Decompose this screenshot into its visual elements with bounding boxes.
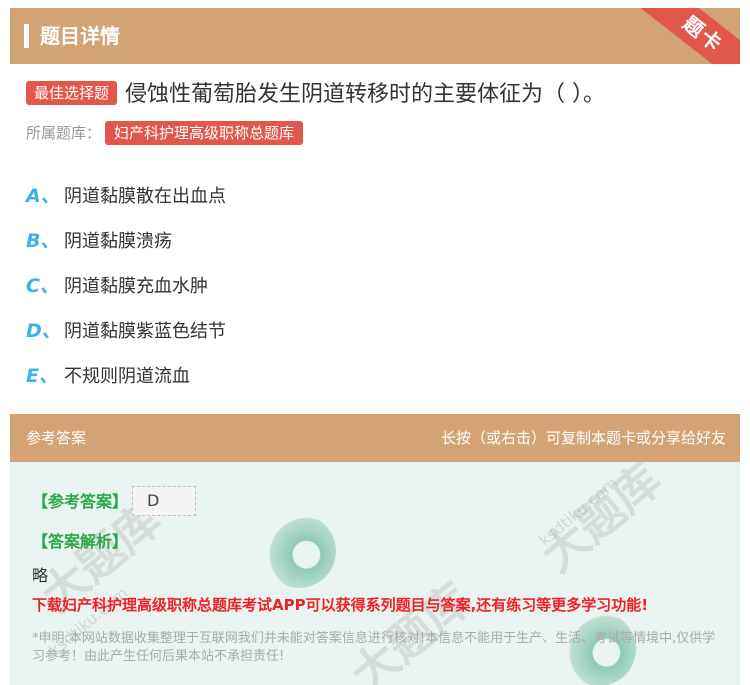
bank-label: 所属题库： [26, 124, 102, 142]
card-ribbon: 题卡 [640, 8, 740, 64]
option-text: 阴道黏膜散在出血点 [64, 185, 226, 207]
option-text: 阴道黏膜溃疡 [64, 230, 172, 252]
question-bank-line: 所属题库： 妇产科护理高级职称总题库 [26, 121, 304, 145]
option-text: 不规则阴道流血 [64, 365, 190, 387]
option-letter: B、 [26, 230, 60, 252]
options-list: A、 阴道黏膜散在出血点 B、 阴道黏膜溃疡 C、 阴道黏膜充血水肿 D、 阴道… [26, 172, 226, 397]
header-bar-mark [24, 24, 29, 48]
analysis-text: 略 [32, 566, 49, 585]
option-e[interactable]: E、 不规则阴道流血 [26, 352, 226, 397]
option-c[interactable]: C、 阴道黏膜充血水肿 [26, 262, 226, 307]
answer-section-title: 参考答案 [26, 429, 87, 447]
bank-name-tag[interactable]: 妇产科护理高级职称总题库 [105, 121, 304, 145]
option-letter: D、 [26, 320, 61, 342]
option-letter: C、 [26, 275, 59, 297]
answer-section-header: 参考答案 长按（或右击）可复制本题卡或分享给好友 [10, 414, 740, 462]
question-detail-header: 题目详情 题卡 [10, 8, 740, 64]
option-a[interactable]: A、 阴道黏膜散在出血点 [26, 172, 226, 217]
watermark-logo-icon [262, 514, 336, 588]
option-letter: A、 [26, 185, 60, 207]
question-type-tag: 最佳选择题 [26, 81, 118, 105]
answer-section-body: 大题库 大题库 大题库 ksdtiku.com ksdtiku.com 【参考答… [10, 462, 740, 685]
download-app-link[interactable]: 下载妇产科护理高级职称总题库考试APP可以获得系列题目与答案,还有练习等更多学习… [32, 594, 648, 615]
watermark-brand: 大题库 [340, 572, 482, 685]
question-text: 侵蚀性葡萄胎发生阴道转移时的主要体征为（ ）。 [125, 82, 606, 107]
answer-value-image: D [132, 486, 196, 516]
analysis-label: 【答案解析】 [32, 532, 129, 551]
option-b[interactable]: B、 阴道黏膜溃疡 [26, 217, 226, 262]
disclaimer-text: *申明:本网站数据收集整理于互联网我们并未能对答案信息进行核对!本信息不能用于生… [32, 631, 716, 664]
header-title: 题目详情 [40, 24, 120, 48]
option-text: 阴道黏膜充血水肿 [64, 275, 208, 297]
option-d[interactable]: D、 阴道黏膜紫蓝色结节 [26, 307, 226, 352]
option-letter: E、 [26, 365, 58, 387]
option-text: 阴道黏膜紫蓝色结节 [64, 320, 226, 342]
copy-share-hint: 长按（或右击）可复制本题卡或分享给好友 [440, 429, 726, 447]
answer-label: 【参考答案】 [32, 492, 129, 511]
question-stem: 最佳选择题 侵蚀性葡萄胎发生阴道转移时的主要体征为（ ）。 [26, 78, 736, 112]
